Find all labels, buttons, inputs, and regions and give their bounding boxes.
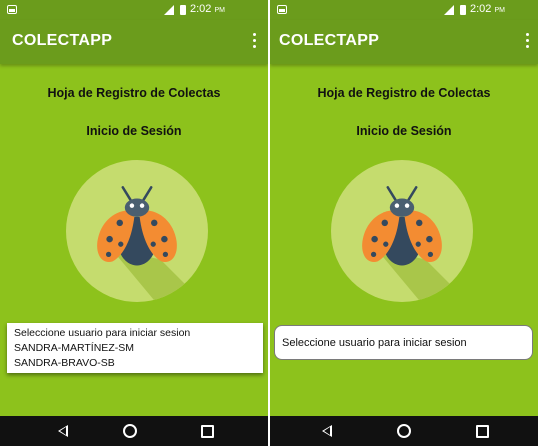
more-vert-icon[interactable] bbox=[248, 33, 260, 51]
status-bar: 2:02 PM bbox=[270, 0, 538, 20]
navigation-bar bbox=[0, 416, 268, 446]
ladybug-icon bbox=[66, 160, 208, 302]
home-circle-icon[interactable] bbox=[123, 424, 137, 438]
user-option[interactable]: SANDRA-MARTÍNEZ-SM bbox=[7, 341, 263, 356]
app-toolbar: COLECTAPP bbox=[270, 20, 538, 64]
battery-icon bbox=[180, 5, 186, 15]
navigation-bar bbox=[270, 416, 538, 446]
user-dropdown-list[interactable]: Seleccione usuario para iniciar sesion S… bbox=[7, 323, 263, 373]
page-subheading: Inicio de Sesión bbox=[356, 124, 452, 138]
recent-square-icon[interactable] bbox=[201, 425, 214, 438]
app-title: COLECTAPP bbox=[12, 32, 113, 49]
recent-square-icon[interactable] bbox=[476, 425, 489, 438]
signal-icon bbox=[444, 5, 454, 15]
status-time: 2:02 PM bbox=[470, 3, 505, 15]
user-option[interactable]: SANDRA-BRAVO-SB bbox=[7, 356, 263, 371]
app-title: COLECTAPP bbox=[279, 32, 380, 49]
user-select-field[interactable]: Seleccione usuario para iniciar sesion bbox=[274, 325, 533, 360]
status-time: 2:02 PM bbox=[190, 3, 225, 15]
user-select-value: Seleccione usuario para iniciar sesion bbox=[282, 337, 467, 349]
status-bar: 2:02 PM bbox=[0, 0, 268, 20]
phone-screen-right: 2:02 PM COLECTAPP Hoja de Registro de Co… bbox=[270, 0, 538, 446]
home-circle-icon[interactable] bbox=[397, 424, 411, 438]
signal-icon bbox=[164, 5, 174, 15]
user-list-prompt: Seleccione usuario para iniciar sesion bbox=[14, 327, 191, 339]
app-toolbar: COLECTAPP bbox=[0, 20, 268, 64]
back-triangle-icon[interactable] bbox=[58, 425, 68, 437]
battery-icon bbox=[460, 5, 466, 15]
page-heading: Hoja de Registro de Colectas bbox=[47, 86, 221, 100]
notification-icon bbox=[7, 5, 17, 14]
page-heading: Hoja de Registro de Colectas bbox=[317, 86, 491, 100]
phone-screen-left: 2:02 PM COLECTAPP Hoja de Registro de Co… bbox=[0, 0, 268, 446]
notification-icon bbox=[277, 5, 287, 14]
ladybug-icon bbox=[331, 160, 473, 302]
more-vert-icon[interactable] bbox=[521, 33, 533, 51]
page-subheading: Inicio de Sesión bbox=[86, 124, 182, 138]
back-triangle-icon[interactable] bbox=[322, 425, 332, 437]
